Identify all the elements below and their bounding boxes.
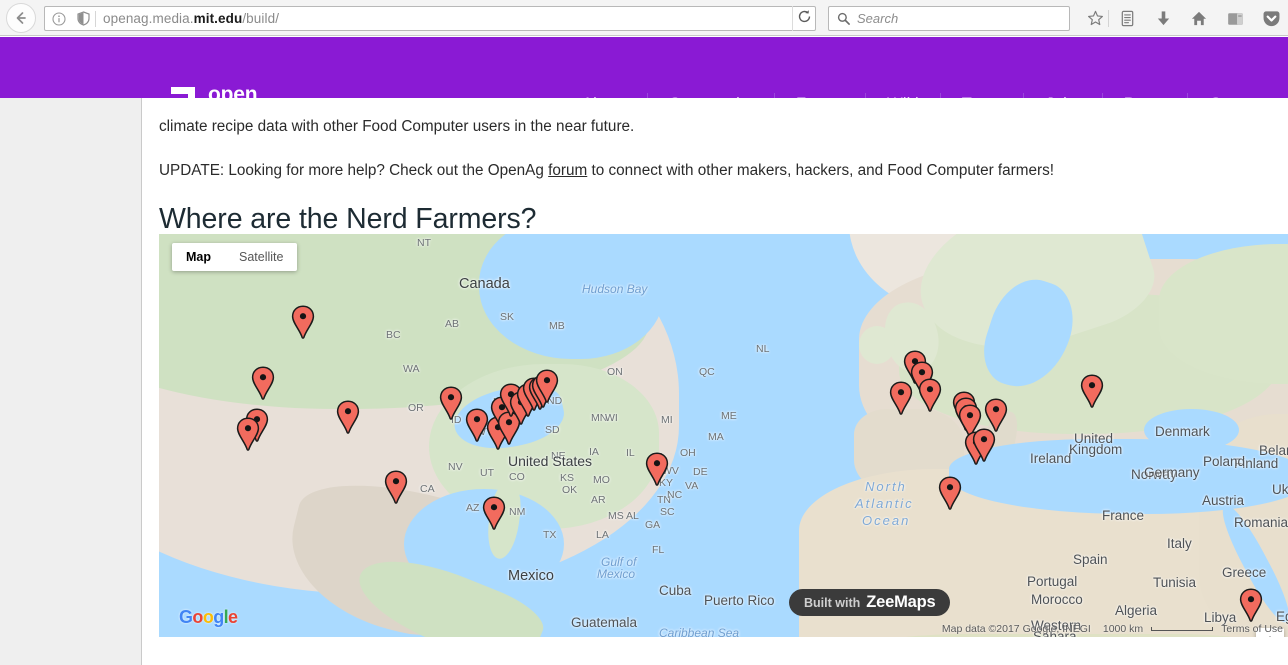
map-marker-pin[interactable] (236, 417, 260, 451)
site-header: open agriculture About Community Forum W… (0, 37, 1288, 125)
library-icon[interactable] (1114, 6, 1140, 31)
map-marker-pin[interactable] (384, 470, 408, 504)
map-marker-pin[interactable] (1080, 374, 1104, 408)
home-icon[interactable] (1186, 6, 1212, 31)
back-button[interactable] (6, 2, 36, 33)
map-black-sea (1144, 409, 1239, 451)
paragraph-update: UPDATE: Looking for more help? Check out… (159, 161, 1169, 181)
search-icon (837, 12, 850, 25)
shield-icon[interactable] (73, 9, 93, 29)
paragraph-intro: climate recipe data with other Food Comp… (159, 118, 635, 136)
map-marker-pin[interactable] (439, 386, 463, 420)
zeemaps-badge[interactable]: Built with ZeeMaps (789, 589, 951, 616)
info-circle-icon[interactable] (49, 9, 69, 29)
map-marker-pin[interactable] (291, 305, 315, 339)
map-bottom-spacer (159, 637, 1288, 664)
map-marker-pin[interactable] (918, 378, 942, 412)
map-marker-pin[interactable] (984, 398, 1008, 432)
sidebar-icon[interactable] (1222, 6, 1248, 31)
zeemaps-product-label: ZeeMaps (866, 593, 936, 611)
google-logo: Google (179, 607, 238, 628)
paragraph-update-before: UPDATE: Looking for more help? Check out… (159, 162, 549, 180)
map-landmass-ireland (859, 326, 895, 364)
map-marker-pin[interactable] (972, 428, 996, 462)
map-terms-link[interactable]: Terms of Use (1215, 623, 1288, 635)
reload-button[interactable] (792, 6, 816, 31)
map-marker-pin[interactable] (251, 366, 275, 400)
google-logo-o1: o (192, 607, 203, 627)
zeemaps-built-with-label: Built with (804, 595, 861, 610)
map-type-satellite-button[interactable]: Satellite (225, 243, 297, 271)
paragraph-update-after: to connect with other makers, hackers, a… (587, 162, 1055, 180)
zeemaps-map[interactable]: CanadaHudson BayNTNLQCONBCABSKMBWAORIDMT… (159, 234, 1288, 637)
map-scale-bar (1151, 627, 1214, 631)
pocket-icon[interactable] (1258, 6, 1284, 31)
map-marker-pin[interactable] (482, 496, 506, 530)
map-data-attribution: Map data ©2017 Google, INEGI (941, 623, 1091, 635)
google-logo-e: e (228, 607, 238, 627)
map-type-control: Map Satellite (172, 243, 298, 271)
map-mediterranean-sea (949, 439, 1288, 514)
map-marker-pin[interactable] (938, 476, 962, 510)
google-logo-g1: G (179, 607, 193, 627)
map-scale-label: 1000 km (1102, 623, 1144, 635)
forum-link[interactable]: forum (548, 162, 587, 179)
page-section-heading: Where are the Nerd Farmers? (159, 202, 537, 235)
star-icon[interactable] (1082, 6, 1108, 31)
map-type-map-button[interactable]: Map (172, 243, 225, 271)
search-input-placeholder[interactable]: Search (857, 11, 898, 26)
url-text: openag.media.mit.edu/build/ (103, 11, 280, 26)
map-marker-pin[interactable] (535, 369, 559, 403)
content-column: climate recipe data with other Food Comp… (141, 98, 1288, 665)
reload-icon (797, 9, 812, 29)
download-icon[interactable] (1150, 6, 1176, 31)
url-divider (95, 10, 96, 27)
map-marker-pin[interactable] (1239, 588, 1263, 622)
url-bar[interactable]: openag.media.mit.edu/build/ (44, 6, 816, 31)
back-arrow-icon (13, 10, 29, 26)
map-attribution-bar: Map data ©2017 Google, INEGI 1000 km Ter… (936, 621, 1288, 637)
google-logo-g2: g (213, 607, 224, 627)
map-marker-pin[interactable] (645, 452, 669, 486)
map-marker-pin[interactable] (336, 400, 360, 434)
toolbar-divider (1108, 10, 1109, 27)
google-logo-o2: o (202, 607, 214, 627)
search-bar[interactable]: Search (828, 6, 1070, 31)
